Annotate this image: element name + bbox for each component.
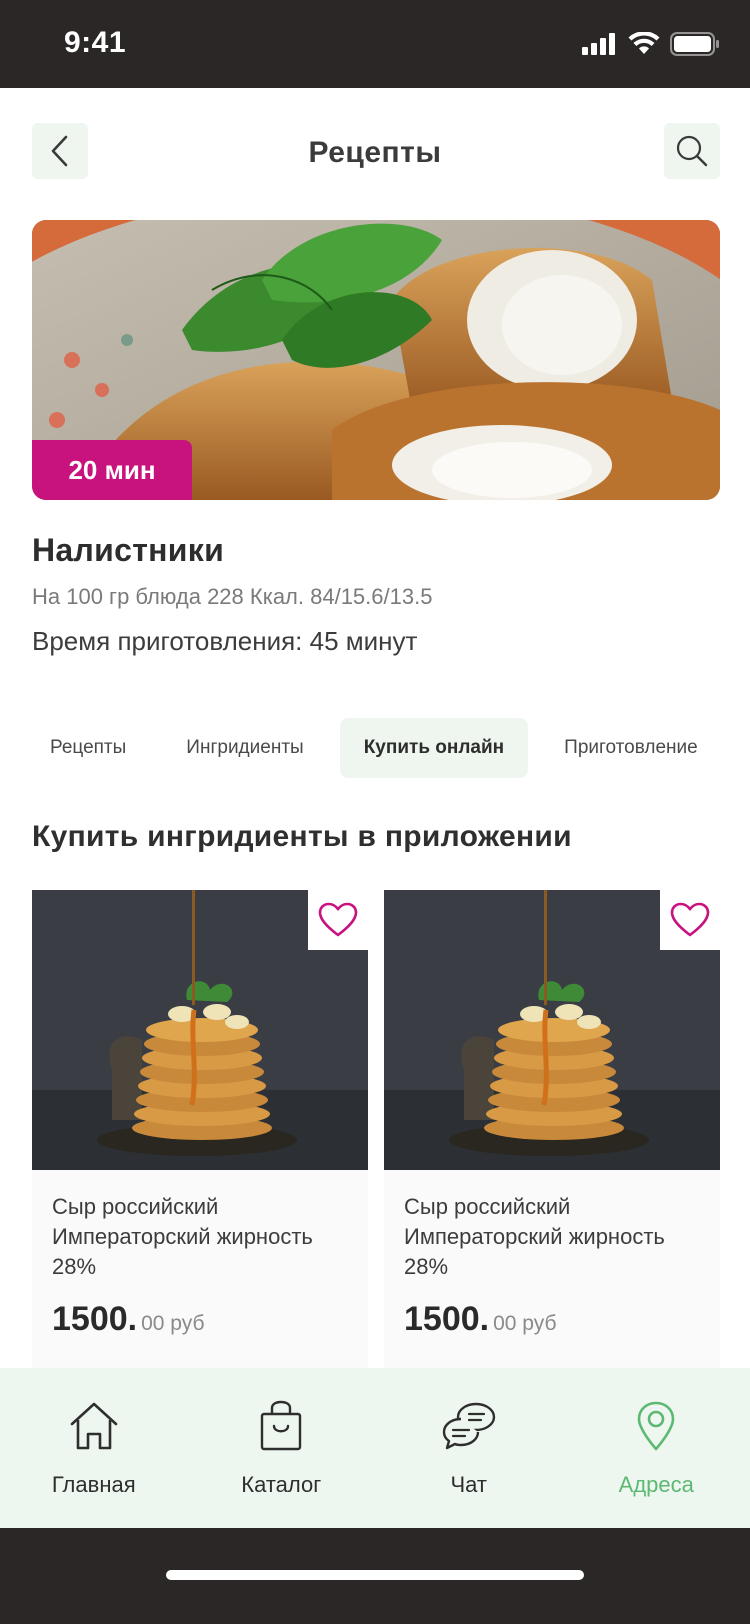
recipe-tabs: Рецепты Ингридиенты Купить онлайн Приготовл…	[26, 718, 750, 778]
tab-ingredients[interactable]: Ингридиенты	[162, 718, 327, 778]
status-bar: 9:41	[0, 0, 750, 88]
product-card[interactable]: Сыр российский Императорский жирность 28…	[32, 890, 368, 1370]
cook-time-badge: 20 мин	[32, 440, 192, 500]
nav-item-home[interactable]: Главная	[0, 1368, 188, 1528]
section-title: Купить ингридиенты в приложении	[32, 820, 572, 853]
nav-label-catalog: Каталог	[241, 1472, 322, 1497]
product-price: 1500. 00 руб	[52, 1300, 205, 1339]
recipe-hero-image: 20 мин	[32, 220, 720, 500]
nav-item-chat[interactable]: Чат	[375, 1368, 563, 1528]
status-time: 9:41	[64, 26, 127, 59]
tab-recipes[interactable]: Рецепты	[26, 718, 150, 778]
bottom-nav: Главная Каталог Чат Адреса	[0, 1368, 750, 1528]
price-sub: 00 руб	[141, 1312, 205, 1335]
home-icon	[66, 1398, 122, 1454]
price-main: 1500.	[52, 1300, 138, 1338]
status-icons	[582, 32, 720, 56]
nav-item-addresses[interactable]: Адреса	[563, 1368, 750, 1528]
app-header: Рецепты	[0, 88, 750, 218]
price-main: 1500.	[404, 1300, 490, 1338]
recipe-nutrition: На 100 гр блюда 228 Ккал. 84/15.6/13.5	[32, 584, 433, 609]
bag-icon	[253, 1398, 309, 1454]
signal-icon	[582, 33, 615, 55]
tab-buy-online[interactable]: Купить онлайн	[339, 718, 529, 778]
favorite-button[interactable]	[660, 890, 720, 950]
recipe-cook-time: Время приготовления: 45 минут	[32, 626, 418, 656]
search-button[interactable]	[664, 123, 720, 179]
nav-label-chat: Чат	[450, 1472, 488, 1497]
wifi-icon	[628, 32, 660, 54]
battery-icon	[670, 32, 719, 56]
heart-icon	[670, 902, 710, 937]
nav-label-home: Главная	[51, 1472, 136, 1497]
tab-preparation[interactable]: Приготовление	[540, 718, 722, 778]
heart-icon	[318, 902, 358, 937]
favorite-button[interactable]	[308, 890, 368, 950]
nav-label-addresses: Адреса	[618, 1472, 694, 1497]
home-indicator[interactable]	[166, 1570, 584, 1580]
page-title: Рецепты	[308, 136, 442, 169]
chat-icon	[441, 1398, 497, 1454]
product-price: 1500. 00 руб	[404, 1300, 557, 1339]
search-icon	[676, 135, 708, 167]
home-indicator-area	[0, 1528, 750, 1624]
product-card[interactable]: Сыр российский Императорский жирность 28…	[384, 890, 720, 1370]
nav-item-catalog[interactable]: Каталог	[188, 1368, 376, 1528]
location-pin-icon	[628, 1398, 684, 1454]
price-sub: 00 руб	[493, 1312, 557, 1335]
recipe-name: Налистники	[32, 532, 225, 568]
product-title: Сыр российский Императорский жирность 28…	[404, 1194, 665, 1279]
product-title: Сыр российский Императорский жирность 28…	[52, 1194, 313, 1279]
